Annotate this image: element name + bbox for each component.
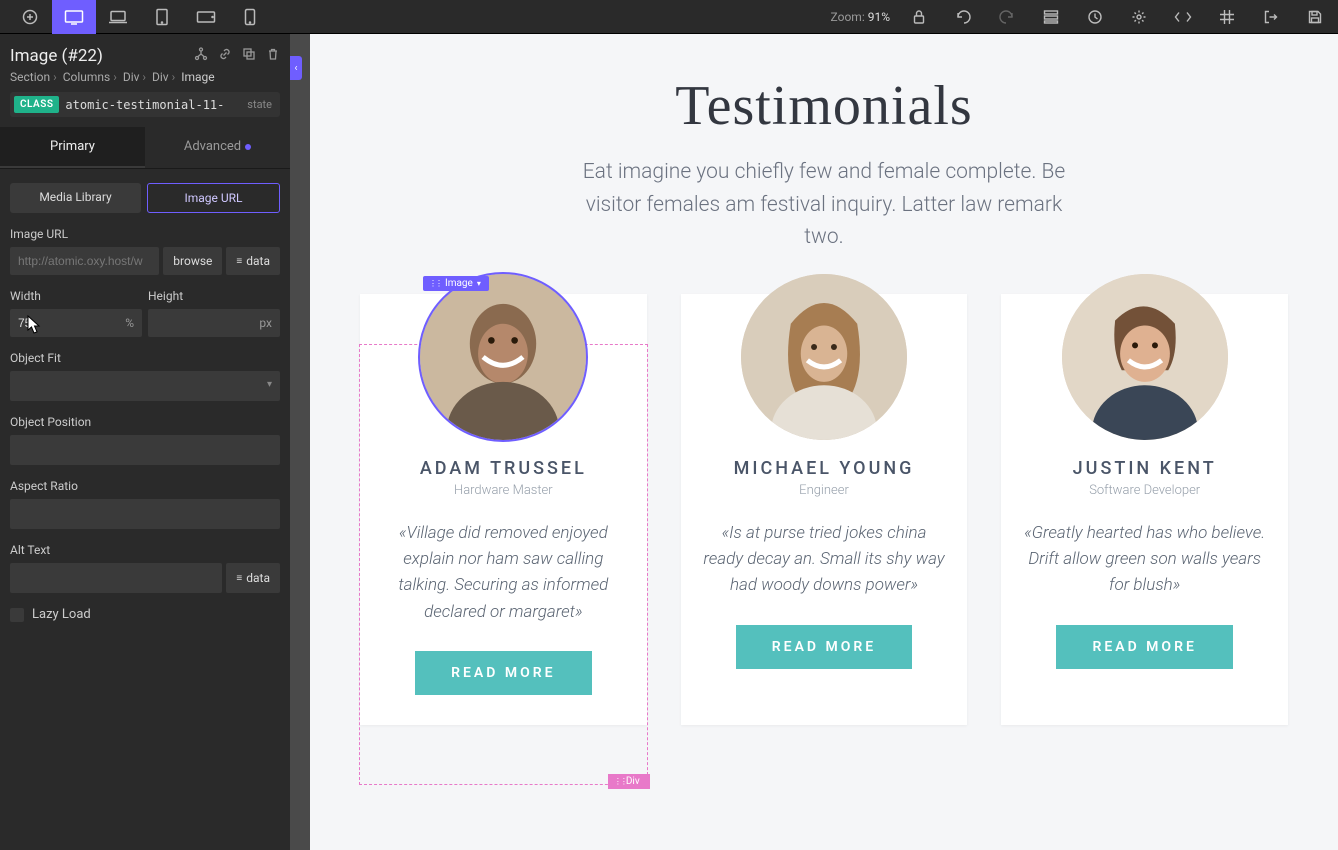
alt-text-input[interactable] [10,563,222,593]
breadcrumb-current: Image [181,70,214,84]
height-unit[interactable]: px [259,316,280,330]
testimonial-card[interactable]: Image ADAM TRUSSEL Hardware Master «Vill… [360,294,647,725]
width-input-wrap: % [10,309,142,337]
breadcrumb-item[interactable]: Section [10,70,50,84]
testimonial-quote[interactable]: «Village did removed enjoyed explain nor… [382,520,625,625]
class-badge: CLASS [14,96,59,113]
add-element-icon[interactable] [8,0,52,34]
width-label: Width [10,289,142,303]
zoom-label: Zoom: 91% [831,10,890,24]
testimonial-quote[interactable]: «Greatly hearted has who believe. Drift … [1023,520,1266,599]
code-icon[interactable] [1168,2,1198,32]
aspect-ratio-input[interactable] [10,499,280,529]
panel-body: Media Library Image URL Image URL browse… [0,169,290,636]
device-desktop-icon[interactable] [52,0,96,34]
redo-icon[interactable] [992,2,1022,32]
testimonial-cards: Image ADAM TRUSSEL Hardware Master «Vill… [330,294,1318,725]
lazy-load-checkbox[interactable] [10,608,24,622]
undo-icon[interactable] [948,2,978,32]
image-url-button[interactable]: Image URL [147,183,280,213]
top-toolbar: Zoom: 91% [0,0,1338,34]
object-position-input[interactable] [10,435,280,465]
selection-tag[interactable]: Image [423,276,489,291]
history-icon[interactable] [1080,2,1110,32]
testimonial-card[interactable]: MICHAEL YOUNG Engineer «Is at purse trie… [681,294,968,725]
toolbar-right: Zoom: 91% [831,2,1330,32]
media-library-button[interactable]: Media Library [10,183,141,213]
link-icon[interactable] [218,47,232,65]
class-selector[interactable]: CLASS atomic-testimonial-11- state [10,92,280,117]
exit-icon[interactable] [1256,2,1286,32]
read-more-button[interactable]: READ MORE [1056,625,1232,669]
image-url-label: Image URL [10,227,280,241]
person-role[interactable]: Software Developer [1023,483,1266,498]
person-name[interactable]: MICHAEL YOUNG [703,458,946,479]
testimonial-card[interactable]: JUSTIN KENT Software Developer «Greatly … [1001,294,1288,725]
avatar-image[interactable] [1062,274,1228,440]
testimonials-heading[interactable]: Testimonials [330,74,1318,138]
alt-data-button[interactable]: ≡data [226,563,280,593]
breadcrumb-item[interactable]: Div [123,70,140,84]
panel-collapse-tab[interactable]: ‹ [290,56,302,80]
person-role[interactable]: Engineer [703,483,946,498]
avatar-image[interactable] [741,274,907,440]
aspect-ratio-label: Aspect Ratio [10,479,280,493]
height-label: Height [148,289,280,303]
breadcrumb-item[interactable]: Div [152,70,169,84]
avatar-image[interactable] [420,274,586,440]
canvas-area: ‹ Testimonials Eat imagine you chiefly f… [290,34,1338,850]
lazy-load-label: Lazy Load [32,607,91,622]
device-phone-icon[interactable] [228,0,272,34]
height-input[interactable] [148,309,208,337]
data-button[interactable]: ≡data [226,247,280,275]
state-selector[interactable]: state [247,98,276,111]
div-hover-tag[interactable]: Div [608,774,650,789]
save-icon[interactable] [1300,2,1330,32]
structure-icon[interactable] [1036,2,1066,32]
element-title: Image (#22) [10,46,103,66]
device-toolbar [8,0,272,34]
read-more-button[interactable]: READ MORE [736,625,912,669]
panel-header: Image (#22) [0,34,290,70]
tab-advanced[interactable]: Advanced [145,127,290,168]
width-unit[interactable]: % [125,316,142,330]
person-name[interactable]: ADAM TRUSSEL [382,458,625,479]
testimonials-subheading[interactable]: Eat imagine you chiefly few and female c… [564,156,1084,254]
tree-icon[interactable] [194,47,208,65]
lazy-load-row[interactable]: Lazy Load [10,607,280,622]
lock-icon[interactable] [904,2,934,32]
alt-text-label: Alt Text [10,543,280,557]
properties-panel: Image (#22) Section› Columns› Div› Div› … [0,34,290,850]
width-input[interactable] [10,309,70,337]
breadcrumb: Section› Columns› Div› Div› Image [0,70,290,92]
panel-tabs: Primary Advanced [0,127,290,169]
device-laptop-icon[interactable] [96,0,140,34]
duplicate-icon[interactable] [242,47,256,65]
person-name[interactable]: JUSTIN KENT [1023,458,1266,479]
tab-primary[interactable]: Primary [0,127,145,168]
testimonial-quote[interactable]: «Is at purse tried jokes china ready dec… [703,520,946,599]
breadcrumb-item[interactable]: Columns [63,70,111,84]
delete-icon[interactable] [266,47,280,65]
object-fit-label: Object Fit [10,351,280,365]
height-input-wrap: px [148,309,280,337]
device-tablet-landscape-icon[interactable] [184,0,228,34]
class-name: atomic-testimonial-11- [65,98,241,112]
page-preview[interactable]: Testimonials Eat imagine you chiefly few… [310,34,1338,850]
device-tablet-portrait-icon[interactable] [140,0,184,34]
person-role[interactable]: Hardware Master [382,483,625,498]
object-fit-select[interactable]: ▾ [10,371,280,401]
browse-button[interactable]: browse [163,247,222,275]
object-position-label: Object Position [10,415,280,429]
settings-icon[interactable] [1124,2,1154,32]
image-url-input[interactable] [10,247,159,275]
grid-icon[interactable] [1212,2,1242,32]
read-more-button[interactable]: READ MORE [415,651,591,695]
